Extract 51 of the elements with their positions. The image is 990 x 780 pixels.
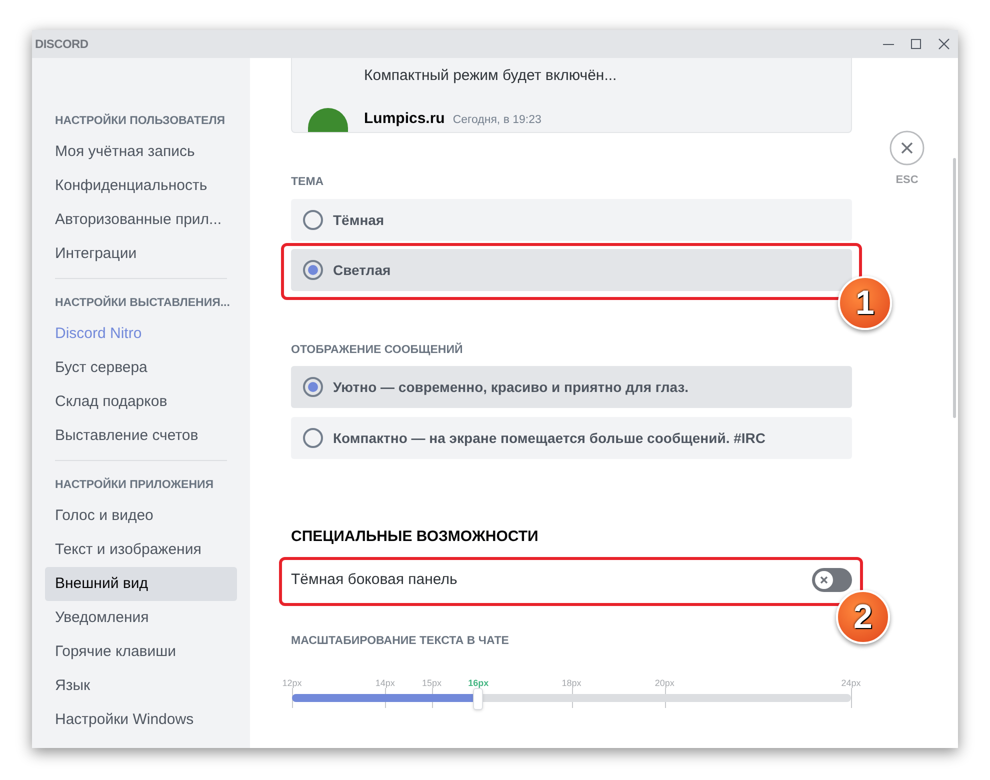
radio-option[interactable]: Уютно — современно, красиво и приятно для глаз. bbox=[291, 366, 852, 408]
sidebar-item[interactable]: Уведомления bbox=[45, 601, 237, 635]
close-hint: ESC bbox=[896, 173, 918, 188]
radio-icon bbox=[303, 260, 323, 280]
radio-option[interactable]: Светлая bbox=[291, 249, 852, 291]
sidebar-heading: НАСТРОЙКИ ВЫСТАВЛЕНИЯ... bbox=[54, 296, 231, 310]
sidebar-item[interactable]: Текст и изображения bbox=[45, 533, 237, 567]
tick-label: 20px bbox=[654, 678, 674, 688]
radio-label: Светлая bbox=[333, 260, 391, 280]
section-heading: СПЕЦИАЛЬНЫЕ ВОЗМОЖНОСТИ bbox=[291, 527, 540, 547]
tick-label: 16px bbox=[468, 678, 489, 688]
radio-option[interactable]: Тёмная bbox=[291, 199, 852, 241]
toggle-knob-icon bbox=[819, 575, 829, 585]
sidebar-item[interactable]: Моя учётная запись bbox=[45, 135, 237, 169]
sidebar-item[interactable]: Горячие клавиши bbox=[45, 635, 237, 669]
section-label: ОТОБРАЖЕНИЕ СООБЩЕНИЙ bbox=[291, 343, 464, 357]
sidebar-item[interactable]: Настройки Windows bbox=[45, 703, 237, 737]
sidebar-item[interactable]: Выставление счетов bbox=[45, 419, 237, 453]
tick-label: 18px bbox=[562, 678, 582, 688]
sidebar-item[interactable]: Язык bbox=[45, 669, 237, 703]
tick-label: 14px bbox=[375, 678, 395, 688]
section-label: ТЕМА bbox=[291, 175, 325, 189]
app-logo: DISCORD bbox=[35, 36, 88, 53]
radio-label: Компактно — на экране помещается больше сообщений. #IRC bbox=[333, 428, 766, 448]
radio-option[interactable]: Компактно — на экране помещается больше сообщений. #IRC bbox=[291, 417, 852, 459]
sidebar-item[interactable]: Внешний вид bbox=[45, 567, 237, 601]
tick-label: 15px bbox=[422, 678, 442, 688]
sidebar-item[interactable]: Интеграции bbox=[45, 237, 237, 271]
sidebar-heading: НАСТРОЙКИ ПОЛЬЗОВАТЕЛЯ bbox=[54, 114, 226, 128]
section-label: МАСШТАБИРОВАНИЕ ТЕКСТА В ЧАТЕ bbox=[291, 634, 510, 648]
close-icon[interactable] bbox=[889, 130, 925, 166]
sidebar-item[interactable]: Склад подарков bbox=[45, 385, 237, 419]
tick-label: 24px bbox=[841, 678, 861, 688]
sidebar-heading: НАСТРОЙКИ ПРИЛОЖЕНИЯ bbox=[54, 478, 215, 492]
slider-handle[interactable] bbox=[473, 688, 484, 710]
radio-icon bbox=[303, 377, 323, 397]
sidebar-item[interactable]: Конфиденциальность bbox=[45, 169, 237, 203]
radio-icon bbox=[303, 428, 323, 448]
message-time: Сегодня, в 19:23 bbox=[452, 113, 542, 128]
avatar bbox=[308, 108, 348, 132]
author-name: Lumpics.ru bbox=[364, 109, 445, 129]
message-text: Компактный режим будет включён... bbox=[364, 66, 617, 86]
radio-label: Тёмная bbox=[333, 210, 384, 230]
radio-icon bbox=[303, 210, 323, 230]
tick-label: 12px bbox=[282, 678, 302, 688]
sidebar-item[interactable]: Авторизованные прил... bbox=[45, 203, 237, 237]
toggle-switch[interactable] bbox=[812, 568, 852, 592]
sidebar-item[interactable]: Голос и видео bbox=[45, 499, 237, 533]
toggle-label: Тёмная боковая панель bbox=[291, 570, 458, 590]
sidebar-item[interactable]: Буст сервера bbox=[45, 351, 237, 385]
radio-label: Уютно — современно, красиво и приятно для глаз. bbox=[333, 378, 689, 397]
